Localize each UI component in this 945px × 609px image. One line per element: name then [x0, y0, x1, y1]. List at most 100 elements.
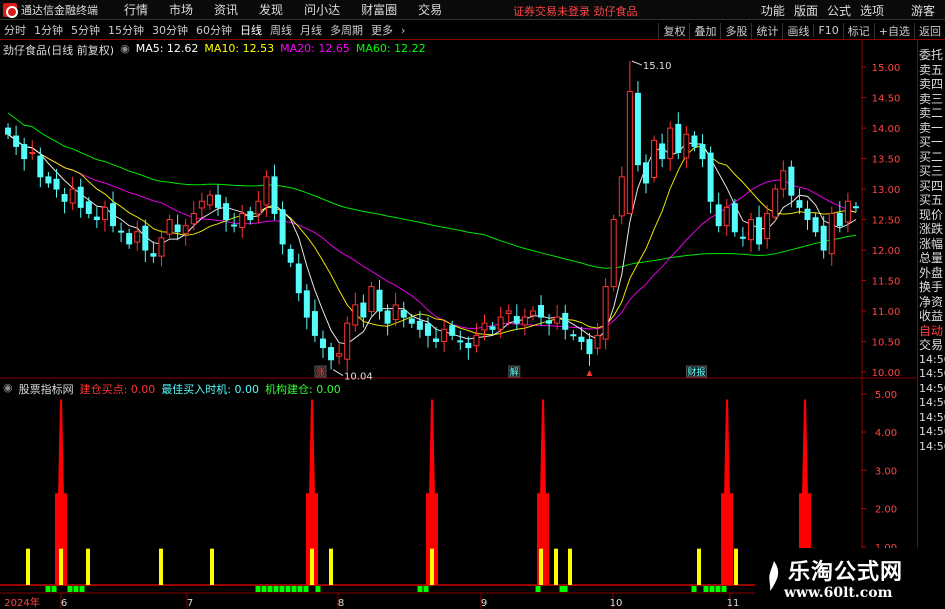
- side-panel-item[interactable]: 自动: [918, 324, 945, 339]
- side-panel-item[interactable]: 外盘: [918, 266, 945, 281]
- menu-quotes[interactable]: 行情: [124, 1, 148, 18]
- indicator-green-square: [709, 586, 715, 592]
- side-panel-item[interactable]: 买五: [918, 193, 945, 208]
- menu-function[interactable]: 功能: [761, 2, 785, 19]
- menu-ask[interactable]: 问小达: [304, 1, 340, 18]
- side-panel-item[interactable]: 14:50: [918, 353, 945, 368]
- indicator-yellow-bar: [159, 548, 163, 585]
- back-button[interactable]: 返回: [914, 22, 941, 39]
- indicator-green-square: [273, 586, 279, 592]
- side-panel-item[interactable]: 现价: [918, 208, 945, 223]
- candle-body: [311, 311, 318, 336]
- side-panel-item[interactable]: 14:50: [918, 425, 945, 440]
- period-toolbar: 分时 1分钟 5分钟 15分钟 30分钟 60分钟 日线 周线 月线 多周期 更…: [0, 21, 945, 40]
- candle-body: [554, 316, 561, 324]
- tab-multi-period[interactable]: 多周期: [330, 22, 363, 38]
- gear-icon[interactable]: ◉: [120, 42, 130, 58]
- indicator-yellow-bar: [329, 548, 333, 585]
- candle-body: [513, 315, 520, 324]
- indicator-green-square: [79, 586, 85, 592]
- mark-button[interactable]: 标记: [842, 22, 870, 39]
- add-watchlist-button[interactable]: +自选: [873, 22, 910, 39]
- side-panel-item[interactable]: 14:50: [918, 367, 945, 382]
- side-panel-item[interactable]: 卖一: [918, 121, 945, 136]
- side-panel-item[interactable]: 委托: [918, 48, 945, 63]
- tab-daily[interactable]: 日线: [240, 22, 262, 38]
- stats-button[interactable]: 统计: [751, 22, 778, 39]
- side-panel-item[interactable]: 卖三: [918, 92, 945, 107]
- indicator-tick-label: 4.00: [875, 428, 897, 439]
- guest-user[interactable]: 游客: [911, 2, 935, 19]
- side-panel-item[interactable]: 卖二: [918, 106, 945, 121]
- menu-formula[interactable]: 公式: [827, 2, 851, 19]
- menu-market[interactable]: 市场: [169, 1, 193, 18]
- f10-button[interactable]: F10: [813, 24, 839, 37]
- menu-layout[interactable]: 版面: [794, 2, 818, 19]
- candle-body: [53, 178, 60, 190]
- chevron-right-icon[interactable]: ›: [401, 24, 405, 37]
- tab-intraday[interactable]: 分时: [4, 22, 26, 38]
- candle-body: [852, 206, 859, 209]
- draw-line-button[interactable]: 画线: [782, 22, 809, 39]
- event-label: 解: [510, 366, 519, 378]
- kline-header: 劲仔食品(日线 前复权) ◉ MA5: 12.62 MA10: 12.53 MA…: [3, 42, 426, 58]
- tab-15min[interactable]: 15分钟: [108, 22, 144, 38]
- indicator-green-square: [417, 586, 423, 592]
- side-panel-item[interactable]: 14:50: [918, 440, 945, 455]
- side-panel-item[interactable]: 卖五: [918, 63, 945, 78]
- app-logo-icon: [3, 2, 18, 18]
- side-panel-item[interactable]: 买二: [918, 150, 945, 165]
- tab-30min[interactable]: 30分钟: [152, 22, 188, 38]
- indicator-green-square: [285, 586, 291, 592]
- adjust-button[interactable]: 复权: [658, 22, 685, 39]
- multi-stock-button[interactable]: 多股: [720, 22, 747, 39]
- candle-body: [424, 323, 431, 336]
- side-panel-item[interactable]: 总量: [918, 251, 945, 266]
- tab-weekly[interactable]: 周线: [270, 22, 292, 38]
- kline-chart[interactable]: 15.00 14.50 14.00 13.50 13.00 12.50 12.00 11.50…: [0, 40, 917, 609]
- tab-more[interactable]: 更多: [371, 22, 393, 38]
- candle-body: [206, 194, 213, 206]
- side-panel-item[interactable]: 净资: [918, 295, 945, 310]
- tab-60min[interactable]: 60分钟: [196, 22, 232, 38]
- side-panel-item[interactable]: 14:50: [918, 382, 945, 397]
- candle-body: [271, 176, 278, 214]
- menu-news[interactable]: 资讯: [214, 1, 238, 18]
- indicator-header: ◉ 股票指标网 建仓买点: 0.00 最佳买入时机: 0.00 机构建仓: 0.…: [3, 381, 341, 397]
- side-panel-item[interactable]: 买三: [918, 164, 945, 179]
- candle-body: [529, 310, 536, 316]
- side-panel-item[interactable]: 涨跌: [918, 222, 945, 237]
- candle-body: [110, 203, 117, 227]
- side-panel-item[interactable]: 交易: [918, 338, 945, 353]
- gear-icon[interactable]: ◉: [3, 381, 13, 397]
- menu-options[interactable]: 选项: [860, 2, 884, 19]
- side-panel-item[interactable]: 收益: [918, 309, 945, 324]
- side-panel-item[interactable]: 14:50: [918, 396, 945, 411]
- indicator-yellow-bar: [697, 548, 701, 585]
- candle-body: [215, 194, 221, 208]
- tab-monthly[interactable]: 月线: [300, 22, 322, 38]
- candle-body: [626, 91, 633, 214]
- candle-body: [69, 188, 76, 204]
- side-panel-item[interactable]: 换手: [918, 280, 945, 295]
- indicator-yellow-bar: [554, 548, 558, 585]
- candle-body: [844, 200, 851, 223]
- side-panel-item[interactable]: 买四: [918, 179, 945, 194]
- side-panel-item[interactable]: 涨幅: [918, 237, 945, 252]
- tab-5min[interactable]: 5分钟: [71, 22, 100, 38]
- candle-body: [368, 286, 375, 313]
- candle-body: [279, 209, 286, 245]
- side-panel-item[interactable]: 14:50: [918, 411, 945, 426]
- overlay-button[interactable]: 叠加: [689, 22, 716, 39]
- side-panel-item[interactable]: 买一: [918, 135, 945, 150]
- tab-1min[interactable]: 1分钟: [34, 22, 63, 38]
- high-price-label: 15.10: [643, 61, 672, 72]
- side-panel-item[interactable]: 卖四: [918, 77, 945, 92]
- candle-body: [659, 143, 666, 160]
- indicator-green-square: [715, 586, 721, 592]
- menu-wealth[interactable]: 财富圈: [361, 1, 397, 18]
- menu-discover[interactable]: 发现: [259, 1, 283, 18]
- quote-side-panel: 委托 卖五 卖四 卖三 卖二 卖一 买一 买二 买三 买四 买五 现价 涨跌 涨幅 总量 外盘 换手 净资 收益 自动…: [917, 40, 945, 609]
- menu-trade[interactable]: 交易: [418, 1, 442, 18]
- indicator-green-square: [703, 586, 709, 592]
